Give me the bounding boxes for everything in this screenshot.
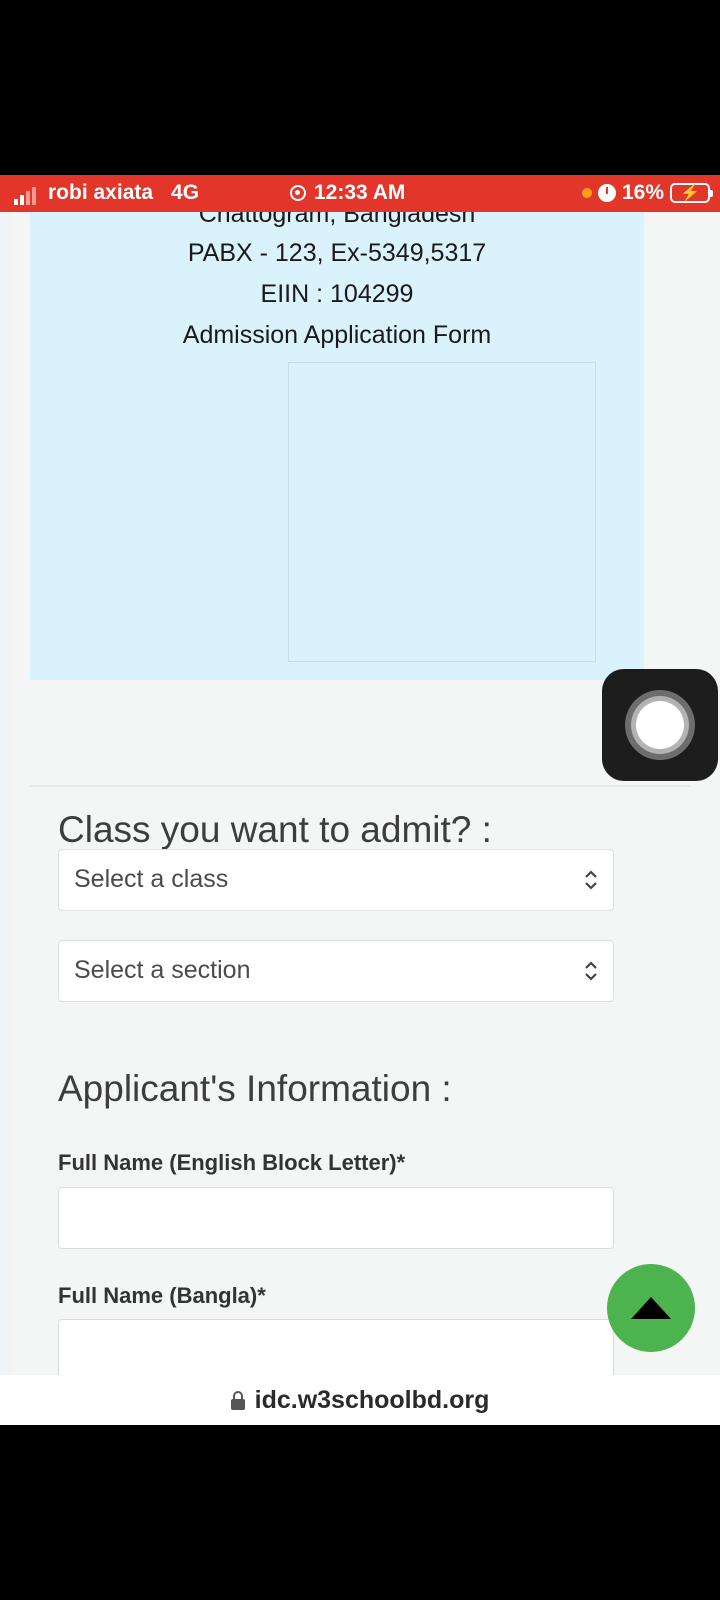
section-divider [30, 785, 690, 787]
battery-percent: 16% [621, 181, 664, 204]
header-pabx: PABX - 123, Ex-5349,5317 [187, 239, 487, 267]
class-select[interactable]: Select a class [58, 849, 614, 911]
school-header-card: Chattogram, Bangladesh PABX - 123, Ex-53… [30, 212, 644, 680]
status-right: 16% ⚡ [581, 181, 713, 205]
full-name-bangla-input[interactable] [58, 1319, 614, 1375]
page-left-edge [0, 212, 12, 1375]
browser-url-bar[interactable]: idc.w3schoolbd.org [0, 1375, 720, 1425]
network-type: 4G [171, 181, 200, 204]
url-text: idc.w3schoolbd.org [254, 1385, 490, 1414]
select-arrows-icon [585, 961, 597, 981]
section-select[interactable]: Select a section [58, 940, 614, 1002]
status-time: 12:33 AM [314, 181, 406, 204]
class-select-value: Select a class [74, 865, 229, 893]
full-name-english-input[interactable] [58, 1187, 614, 1249]
assistive-touch-icon [625, 690, 695, 760]
applicant-section-title: Applicant's Information : [58, 1068, 452, 1109]
signal-icon [14, 187, 36, 205]
scroll-to-top-button[interactable] [607, 1264, 695, 1352]
carrier-name: robi axiata [48, 181, 154, 204]
status-center: 12:33 AM [290, 181, 405, 205]
battery-icon: ⚡ [670, 183, 713, 203]
header-address: Chattogram, Bangladesh [198, 212, 476, 228]
location-icon [290, 185, 306, 201]
full-name-english-label: Full Name (English Block Letter)* [58, 1150, 406, 1175]
privacy-dot-icon [581, 188, 592, 198]
arrow-up-icon [631, 1297, 671, 1319]
status-left: robi axiata 4G [14, 181, 199, 205]
status-bar: robi axiata 4G 12:33 AM 16% ⚡ [0, 175, 720, 212]
top-black-bar [0, 0, 720, 175]
web-page[interactable]: Chattogram, Bangladesh PABX - 123, Ex-53… [0, 212, 720, 1375]
header-eiin: EIIN : 104299 [260, 280, 414, 308]
alarm-icon [597, 184, 616, 202]
class-section-title: Class you want to admit? : [58, 809, 492, 850]
section-select-value: Select a section [74, 956, 251, 984]
lock-icon [230, 1391, 245, 1410]
header-form-title: Admission Application Form [182, 321, 492, 349]
bottom-black-bar [0, 1425, 720, 1600]
full-name-bangla-label: Full Name (Bangla)* [58, 1283, 266, 1308]
select-arrows-icon [585, 870, 597, 890]
photo-placeholder[interactable] [288, 362, 596, 662]
assistive-touch-button[interactable] [602, 669, 718, 781]
